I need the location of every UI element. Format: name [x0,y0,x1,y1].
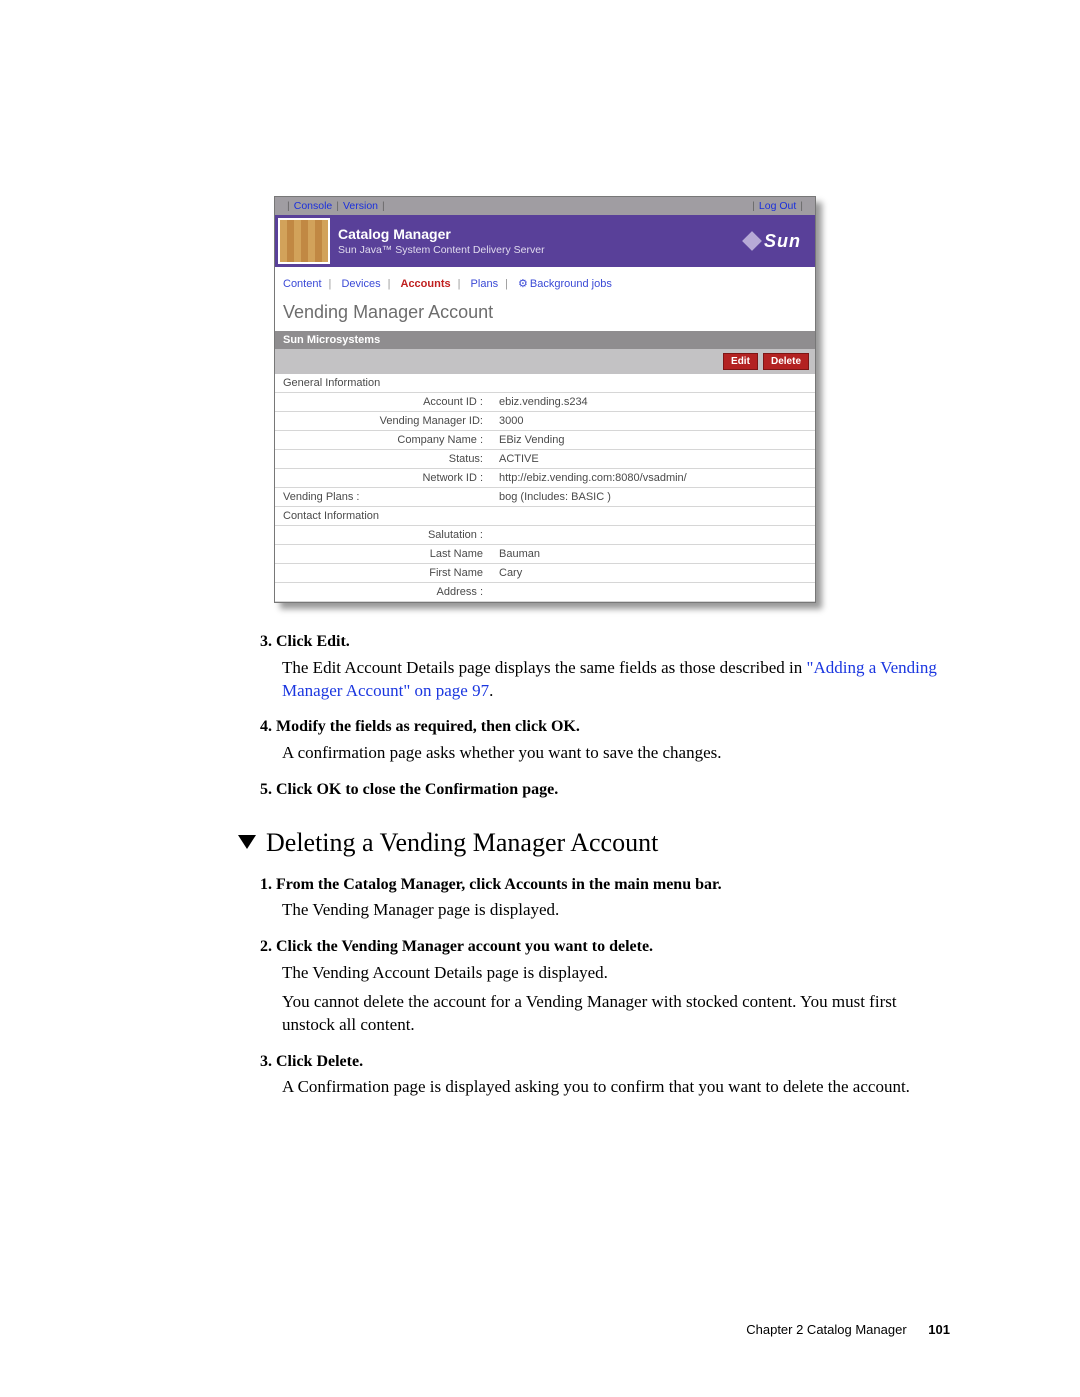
step-4-body: A confirmation page asks whether you wan… [282,742,950,765]
value-first-name: Cary [491,564,815,583]
menu-devices[interactable]: Devices [341,278,380,290]
page-heading: Vending Manager Account [275,296,815,331]
value-account-id: ebiz.vending.s234 [491,393,815,412]
document-body: 3. Click Edit. The Edit Account Details … [260,631,950,1099]
details-table: General Information Account ID : ebiz.ve… [275,374,815,602]
banner-thumb-icon [278,218,330,264]
section-heading: Deleting a Vending Manager Account [238,825,950,860]
screenshot-figure: | Console | Version | | Log Out | Catalo… [274,196,816,603]
value-status: ACTIVE [491,450,815,469]
section-contact: Contact Information [275,507,815,526]
action-bar: Edit Delete [275,349,815,374]
step-3-title: 3. Click Edit. [260,631,950,653]
logout-link[interactable]: Log Out [759,200,796,212]
label-vm-id: Vending Manager ID: [275,412,491,431]
sun-logo-text: Sun [764,231,801,252]
step-3-body: The Edit Account Details page displays t… [282,657,950,703]
triangle-down-icon [238,835,256,849]
value-company: EBiz Vending [491,431,815,450]
group-bar: Sun Microsystems [275,331,815,349]
delete-button[interactable]: Delete [763,353,809,370]
sun-logo: Sun [745,231,815,252]
section-plans: Vending Plans : [275,488,491,507]
del-step-2-title: 2. Click the Vending Manager account you… [260,936,950,958]
edit-button[interactable]: Edit [723,353,758,370]
label-account-id: Account ID : [275,393,491,412]
gear-icon: ⚙ [518,278,528,290]
main-menu: Content| Devices| Accounts| Plans| ⚙Back… [275,267,815,296]
del-step-2-body-2: You cannot delete the account for a Vend… [282,991,950,1037]
del-step-3-body: A Confirmation page is displayed asking … [282,1076,950,1099]
step-5-title: 5. Click OK to close the Confirmation pa… [260,779,950,801]
label-first-name: First Name [275,564,491,583]
label-status: Status: [275,450,491,469]
menu-content[interactable]: Content [283,278,322,290]
footer-page-number: 101 [928,1322,950,1337]
sun-diamond-icon [742,231,762,251]
section-general: General Information [275,374,815,393]
console-link[interactable]: Console [294,200,333,212]
footer-chapter: Chapter 2 Catalog Manager [746,1322,906,1337]
page-footer: Chapter 2 Catalog Manager 101 [746,1322,950,1337]
label-last-name: Last Name [275,545,491,564]
value-network: http://ebiz.vending.com:8080/vsadmin/ [491,469,815,488]
menu-plans[interactable]: Plans [471,278,499,290]
label-company: Company Name : [275,431,491,450]
label-network: Network ID : [275,469,491,488]
step-3-period: . [489,681,493,700]
app-subtitle: Sun Java™ System Content Delivery Server [338,244,545,256]
del-step-1-title: 1. From the Catalog Manager, click Accou… [260,874,950,896]
top-bar: | Console | Version | | Log Out | [275,197,815,215]
menu-accounts[interactable]: Accounts [401,278,451,290]
value-salutation [491,526,815,545]
value-vm-id: 3000 [491,412,815,431]
version-link[interactable]: Version [343,200,378,212]
label-salutation: Salutation : [275,526,491,545]
menu-background-jobs[interactable]: Background jobs [530,278,612,290]
del-step-2-body-1: The Vending Account Details page is disp… [282,962,950,985]
value-last-name: Bauman [491,545,815,564]
del-step-3-title: 3. Click Delete. [260,1051,950,1073]
del-step-1-body: The Vending Manager page is displayed. [282,899,950,922]
banner: Catalog Manager Sun Java™ System Content… [275,215,815,267]
value-plans: bog (Includes: BASIC ) [491,488,815,507]
app-title: Catalog Manager [338,226,545,242]
step-4-title: 4. Modify the fields as required, then c… [260,716,950,738]
value-address [491,583,815,602]
section-heading-text: Deleting a Vending Manager Account [266,825,658,860]
label-address: Address : [275,583,491,602]
step-3-text: The Edit Account Details page displays t… [282,658,807,677]
